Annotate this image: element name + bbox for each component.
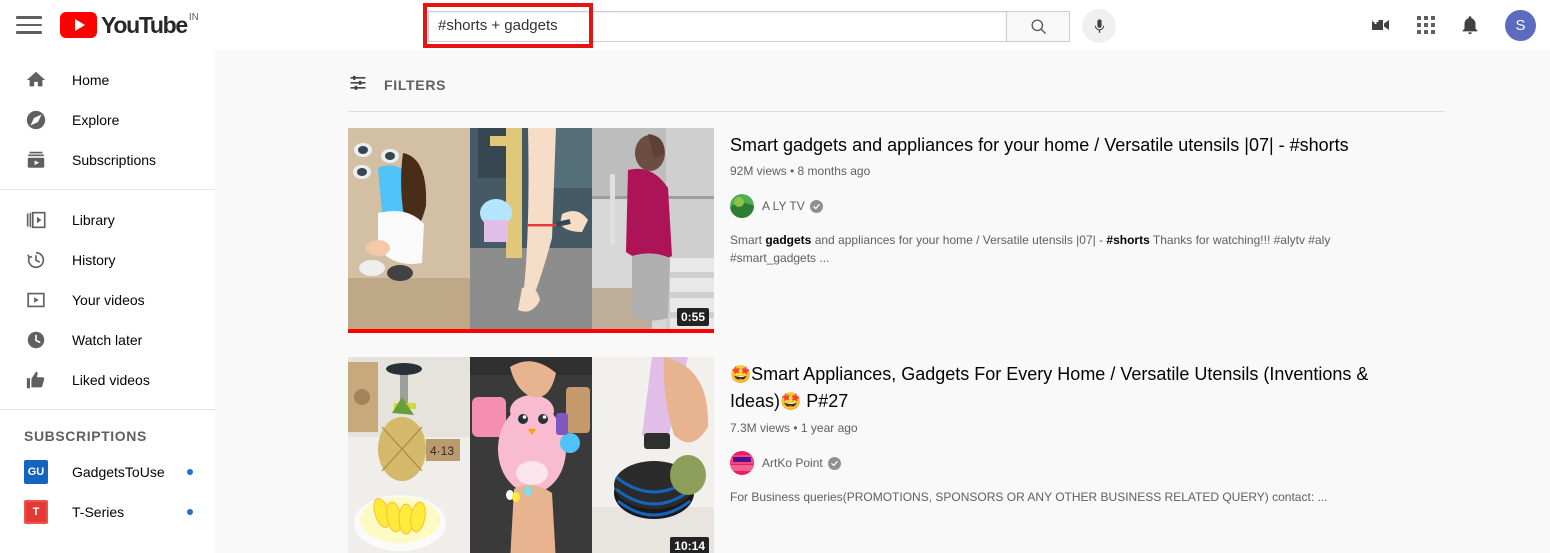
thumbs-up-icon: [24, 368, 48, 392]
thumbnail-panel-center: [470, 128, 592, 333]
voice-search-button[interactable]: [1082, 9, 1116, 43]
thumbnail-panel-left: [348, 128, 470, 333]
home-icon: [24, 68, 48, 92]
sidebar-item-explore[interactable]: Explore: [0, 100, 215, 140]
search-result-item[interactable]: 0:55 Smart gadgets and appliances for yo…: [348, 128, 1550, 333]
sidebar-item-gadgetstouse[interactable]: GU GadgetsToUse: [0, 452, 215, 492]
sidebar-item-label: Watch later: [72, 332, 143, 348]
country-code-label: IN: [188, 12, 199, 23]
thumbnail-panel-center: [470, 357, 592, 553]
search-input-value: #shorts + gadgets: [438, 17, 558, 34]
hamburger-menu-icon[interactable]: [16, 16, 42, 34]
channel-row[interactable]: A LY TV: [730, 194, 1414, 218]
new-content-dot: [187, 469, 193, 475]
video-thumbnail[interactable]: 4·13 10:14: [348, 357, 714, 553]
video-title[interactable]: 🤩Smart Appliances, Gadgets For Every Hom…: [730, 361, 1414, 415]
subscriptions-icon: [24, 148, 48, 172]
video-meta: 7.3M views • 1 year ago: [730, 421, 858, 435]
video-description: For Business queries(PROMOTIONS, SPONSOR…: [730, 490, 1328, 504]
sidebar-item-subscriptions[interactable]: Subscriptions: [0, 140, 215, 180]
watched-progress-bar: [348, 329, 714, 333]
sidebar-item-watch-later[interactable]: Watch later: [0, 320, 215, 360]
verified-badge-icon: [809, 199, 823, 213]
header-actions: S: [1369, 0, 1536, 50]
sidebar-item-label: GadgetsToUse: [72, 464, 165, 480]
sidebar-item-your-videos[interactable]: Your videos: [0, 280, 215, 320]
sidebar-primary-section: Home Explore Subscriptions: [0, 50, 215, 189]
sidebar-item-label: Library: [72, 212, 115, 228]
compass-explore-icon: [24, 108, 48, 132]
apps-grid-icon[interactable]: [1417, 16, 1435, 34]
sidebar-item-library[interactable]: Library: [0, 200, 215, 240]
sidebar-item-label: T-Series: [72, 504, 125, 520]
new-content-dot: [187, 509, 193, 515]
sidebar-item-history[interactable]: History: [0, 240, 215, 280]
library-icon: [24, 208, 48, 232]
channel-avatar-tseries: T: [24, 500, 48, 524]
channel-avatar: [730, 451, 754, 475]
notifications-bell-icon[interactable]: [1459, 14, 1481, 36]
filters-label: FILTERS: [384, 76, 447, 93]
search-icon: [1030, 18, 1046, 34]
video-description: Smart gadgets and appliances for your ho…: [730, 233, 1331, 265]
sidebar-item-label: Liked videos: [72, 372, 150, 388]
channel-name: A LY TV: [762, 199, 805, 213]
svg-text:4·13: 4·13: [430, 444, 454, 458]
sidebar-item-label: Explore: [72, 112, 120, 128]
video-title[interactable]: Smart gadgets and appliances for your ho…: [730, 132, 1414, 158]
sidebar-subscriptions-section: SUBSCRIPTIONS GU GadgetsToUse T T-Series: [0, 409, 215, 541]
channel-avatar: [730, 194, 754, 218]
youtube-logo[interactable]: YouTube IN: [60, 12, 199, 38]
video-info: 🤩Smart Appliances, Gadgets For Every Hom…: [714, 357, 1414, 553]
video-duration-badge: 0:55: [676, 308, 709, 326]
sidebar-item-label: Home: [72, 72, 110, 88]
search-bar: #shorts + gadgets: [428, 9, 1116, 43]
sidebar-item-label: Your videos: [72, 292, 145, 308]
channel-row[interactable]: ArtKo Point: [730, 451, 1414, 475]
video-meta: 92M views • 8 months ago: [730, 164, 871, 178]
sidebar-item-home[interactable]: Home: [0, 60, 215, 100]
search-input[interactable]: #shorts + gadgets: [428, 10, 1006, 42]
thumbnail-panel-right: [592, 128, 714, 333]
search-results-main: FILTERS 0:55 Smart gadgets and appliance…: [215, 50, 1550, 553]
sidebar-item-label: Subscriptions: [72, 152, 157, 168]
thumbnail-panel-left: 4·13: [348, 357, 470, 553]
sidebar-item-label: History: [72, 252, 116, 268]
youtube-play-icon: [60, 12, 97, 38]
top-header-bar: YouTube IN #shorts + gadgets S: [0, 0, 1550, 50]
thumbnail-panel-right: [592, 357, 714, 553]
sidebar-item-liked-videos[interactable]: Liked videos: [0, 360, 215, 400]
video-info: Smart gadgets and appliances for your ho…: [714, 128, 1414, 333]
filters-button[interactable]: FILTERS: [348, 72, 1445, 112]
user-avatar[interactable]: S: [1505, 9, 1536, 41]
youtube-search-results-page: YouTube IN #shorts + gadgets S Home Expl…: [0, 0, 1550, 553]
subscriptions-heading: SUBSCRIPTIONS: [24, 428, 147, 444]
verified-badge-icon: [827, 456, 841, 470]
create-video-icon[interactable]: [1369, 13, 1393, 37]
your-videos-icon: [24, 288, 48, 312]
video-duration-badge: 10:14: [670, 537, 709, 553]
channel-avatar-gadgetstouse: GU: [24, 460, 48, 484]
youtube-logo-text: YouTube: [101, 12, 188, 38]
sidebar-library-section: Library History Your videos Watch later …: [0, 189, 215, 409]
search-result-item[interactable]: 4·13 10:14 🤩Smart Appliances, Gadgets Fo…: [348, 357, 1550, 553]
sidebar-item-tseries[interactable]: T T-Series: [0, 492, 215, 532]
results-list: 0:55 Smart gadgets and appliances for yo…: [348, 112, 1550, 553]
tune-sliders-icon: [348, 72, 368, 97]
channel-name: ArtKo Point: [762, 456, 823, 470]
left-sidebar: Home Explore Subscriptions Library Histo…: [0, 50, 215, 553]
microphone-icon: [1094, 18, 1104, 33]
search-button[interactable]: [1006, 10, 1070, 42]
watch-later-clock-icon: [24, 328, 48, 352]
history-clock-icon: [24, 248, 48, 272]
video-thumbnail[interactable]: 0:55: [348, 128, 714, 333]
